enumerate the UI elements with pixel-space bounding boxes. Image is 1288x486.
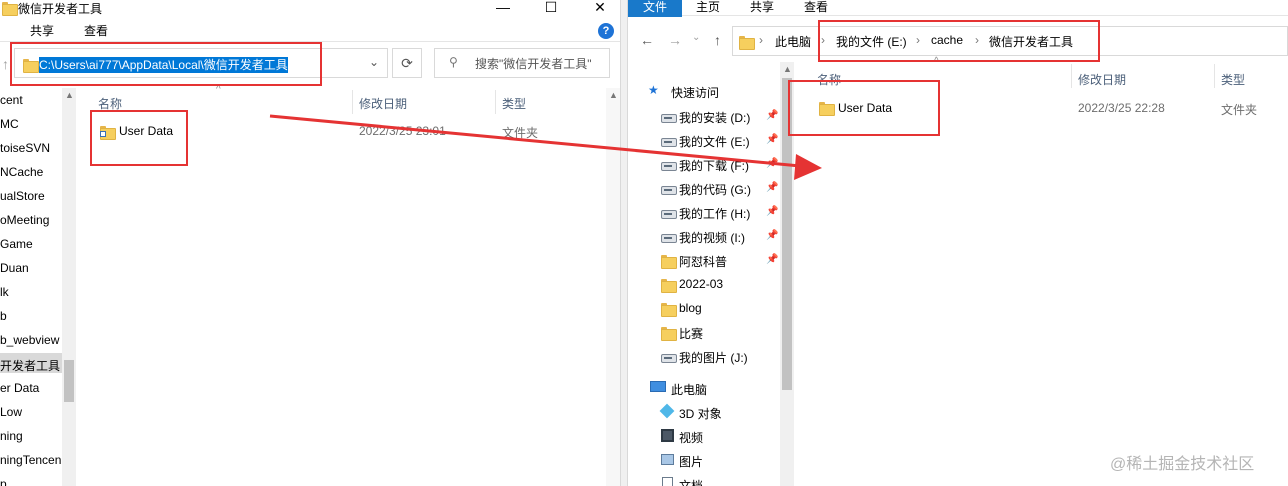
arrow-head	[794, 154, 822, 180]
arrow-line	[269, 114, 801, 168]
annotation-arrow	[269, 114, 822, 180]
